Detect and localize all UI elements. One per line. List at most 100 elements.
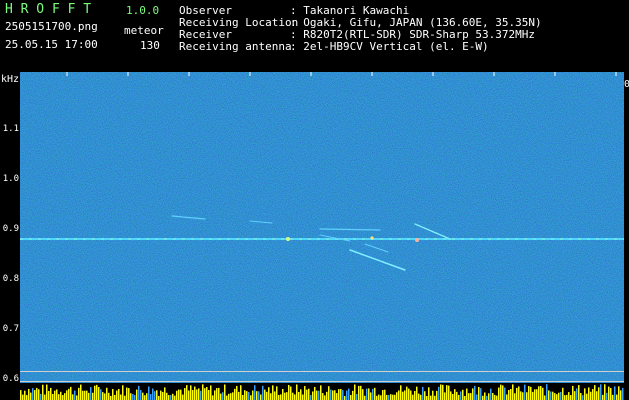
level-bar	[58, 394, 60, 400]
y-tick-label: 1.1	[2, 124, 19, 134]
level-bar	[90, 387, 92, 400]
level-bar	[196, 389, 198, 400]
level-bar	[184, 388, 186, 400]
axis-unit-label: kHz	[1, 74, 20, 85]
level-bar	[188, 390, 190, 400]
level-bar	[212, 395, 214, 400]
level-bar	[366, 388, 368, 400]
level-bar	[368, 388, 370, 400]
level-bar	[232, 392, 234, 400]
level-bar	[264, 389, 266, 400]
level-bar	[118, 388, 120, 400]
level-bar	[42, 384, 44, 400]
level-bar	[178, 389, 180, 400]
level-bar	[304, 386, 306, 400]
level-bar	[104, 393, 106, 400]
level-bar	[364, 395, 366, 400]
level-bar	[128, 388, 130, 400]
level-bar	[394, 394, 396, 400]
level-bar	[282, 388, 284, 400]
level-bar	[426, 395, 428, 400]
level-bar	[350, 394, 352, 400]
level-bar	[418, 393, 420, 400]
level-bar	[440, 384, 442, 400]
level-bar	[62, 395, 64, 400]
level-bar	[40, 393, 42, 400]
level-bar	[36, 387, 38, 400]
level-bar	[32, 388, 34, 400]
level-bar	[570, 395, 572, 400]
level-bar	[352, 390, 354, 400]
level-bar	[582, 395, 584, 400]
level-bar	[416, 386, 418, 400]
level-bar	[568, 392, 570, 400]
level-bar	[94, 385, 96, 400]
level-bar	[536, 389, 538, 400]
level-bar	[124, 395, 126, 400]
level-bar	[576, 388, 578, 400]
level-bar	[606, 392, 608, 400]
level-bar	[388, 395, 390, 400]
level-bar	[114, 394, 116, 400]
level-bar	[76, 395, 78, 400]
level-bar	[240, 385, 242, 400]
level-bar	[614, 386, 616, 400]
level-bar	[510, 389, 512, 400]
level-bar	[22, 394, 24, 400]
level-bar	[158, 395, 160, 400]
level-bar	[330, 389, 332, 400]
level-bar	[132, 393, 134, 400]
level-bar	[460, 391, 462, 400]
level-bar	[106, 387, 108, 400]
level-bar	[92, 392, 94, 400]
level-bar	[346, 390, 348, 400]
level-bar	[308, 388, 310, 400]
level-bar	[120, 394, 122, 400]
level-bar	[56, 389, 58, 400]
level-bar	[222, 392, 224, 400]
level-bar	[408, 388, 410, 400]
level-bar	[530, 386, 532, 400]
level-bar	[430, 395, 432, 400]
level-bar	[358, 385, 360, 400]
level-bar	[484, 392, 486, 400]
level-bar	[286, 392, 288, 400]
level-bar	[452, 393, 454, 400]
level-bar	[580, 393, 582, 400]
level-bar	[488, 393, 490, 400]
level-bar	[138, 385, 140, 400]
level-bar	[270, 393, 272, 400]
level-bar	[476, 394, 478, 400]
level-bar	[82, 390, 84, 400]
level-bar	[322, 393, 324, 400]
level-bar	[468, 393, 470, 400]
level-bar	[622, 387, 624, 400]
level-bar	[554, 393, 556, 400]
level-bar	[448, 385, 450, 400]
level-bar	[256, 391, 258, 400]
level-bar	[458, 394, 460, 400]
level-bar	[342, 390, 344, 400]
plot-baseline-upper	[20, 371, 624, 372]
level-bar	[602, 394, 604, 400]
level-bar	[100, 389, 102, 400]
level-bar	[126, 387, 128, 400]
level-bar	[374, 387, 376, 400]
level-bar	[316, 390, 318, 400]
level-bar	[544, 395, 546, 400]
level-bar	[466, 388, 468, 400]
level-bar	[552, 391, 554, 400]
level-bar	[230, 393, 232, 400]
level-bar	[148, 386, 150, 400]
level-bar	[482, 395, 484, 400]
level-bar	[328, 386, 330, 400]
level-bar	[610, 388, 612, 400]
level-bar	[492, 392, 494, 400]
level-bar	[526, 392, 528, 400]
level-bar	[122, 385, 124, 400]
level-bar	[398, 390, 400, 400]
level-bar	[78, 387, 80, 400]
y-tick-label: 0.8	[2, 274, 19, 284]
level-bar	[168, 395, 170, 400]
level-bar	[390, 394, 392, 400]
